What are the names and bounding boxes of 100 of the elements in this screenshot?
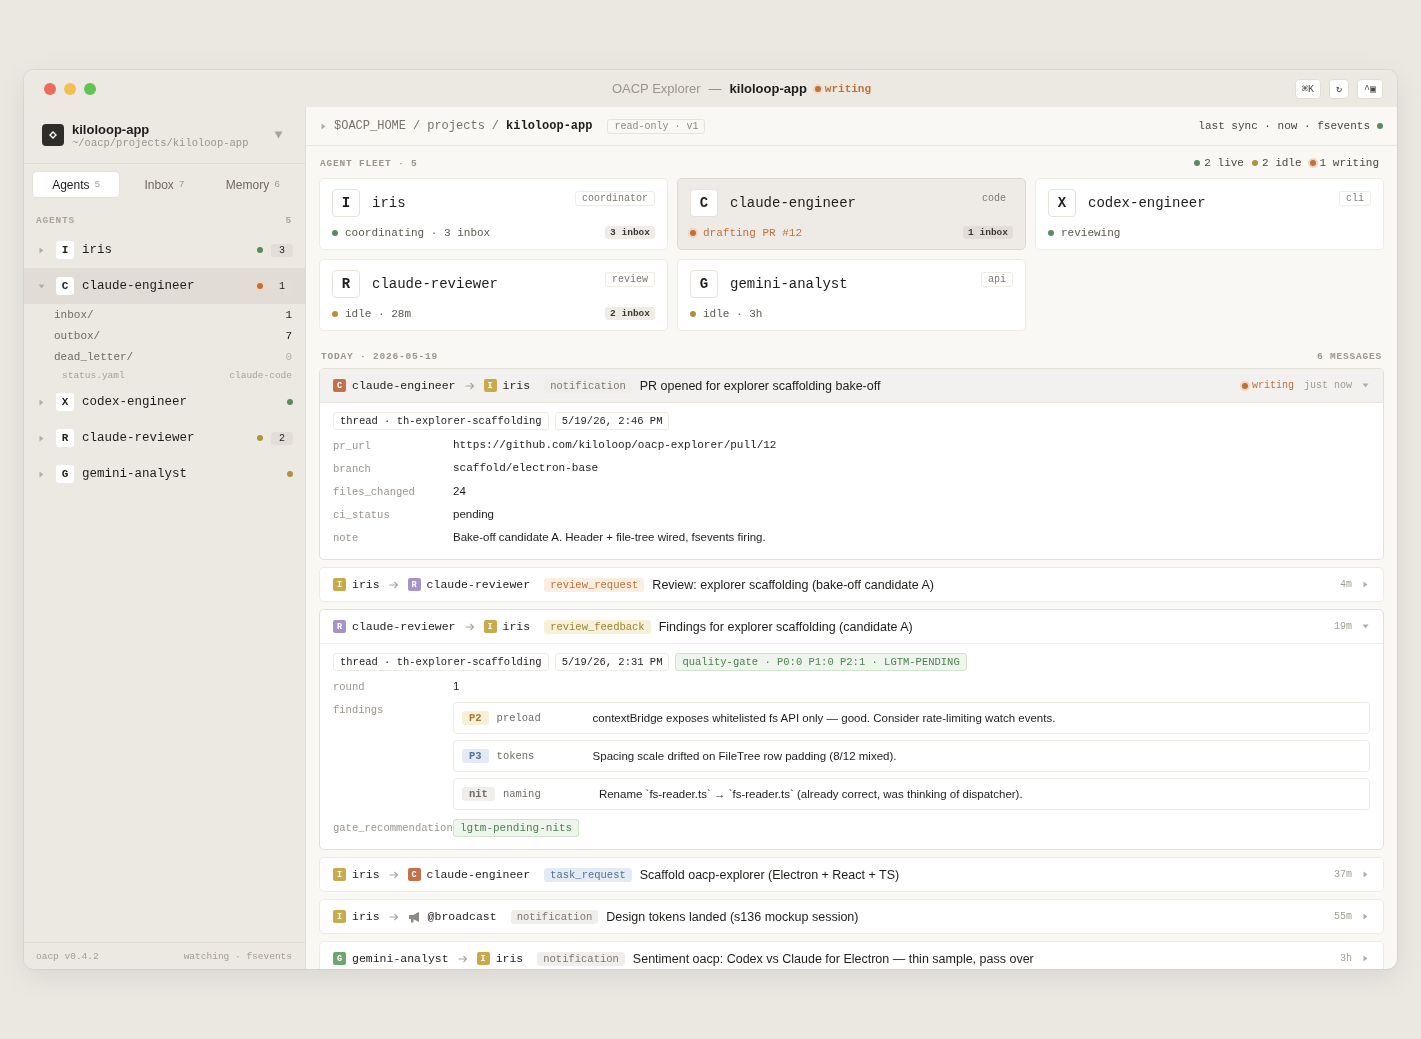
status-label: writing — [1251, 380, 1294, 391]
caret-icon — [1362, 581, 1369, 588]
caret-icon — [1362, 623, 1369, 630]
agent-name: iris — [352, 910, 380, 923]
message-row[interactable]: I iris C claude-engineer task_request Scaffold oacp-explorer (Electron + React + TS) 37m — [320, 858, 1383, 891]
message-row[interactable]: G gemini-analyst I iris notification Sentiment oacp: Codex vs Claude for Electron — thin sample, pass over 3h — [320, 942, 1383, 969]
status-text: drafting PR #12 — [703, 226, 803, 239]
agent-initial: G — [56, 465, 74, 483]
message-time: 37m — [1334, 869, 1352, 880]
mode-tag: read-only · v1 — [607, 118, 706, 134]
agent-name: claude-engineer — [82, 279, 196, 293]
recommendation-tag: lgtm-pending-nits — [453, 819, 580, 837]
sidebar-tab[interactable]: Memory 6 — [209, 172, 296, 197]
agent-card[interactable]: G gemini-analyst api idle · 3h — [677, 259, 1026, 331]
agent-row[interactable]: C claude-engineer 1 — [24, 268, 305, 304]
agent-initial: G — [690, 270, 718, 298]
count-badge: 3 — [271, 243, 293, 257]
agent-card[interactable]: I iris coordinator coordinating · 3 inbox 3 inbox — [319, 178, 668, 250]
agent-initial: X — [56, 393, 74, 411]
agent-card[interactable]: C claude-engineer code drafting PR #12 1 inbox — [677, 178, 1026, 250]
window-title: OACP Explorer — [611, 81, 701, 96]
agent-row[interactable]: X codex-engineer — [24, 384, 305, 420]
agent-initial: I — [56, 241, 74, 259]
project-name: kiloloop-app — [72, 121, 150, 137]
agent-avatar: I — [333, 868, 346, 881]
item-count: 7 — [285, 329, 292, 342]
breadcrumb-link[interactable]: projects — [427, 119, 485, 133]
path-separator: / — [413, 119, 421, 133]
agent-name: codex-engineer — [1088, 195, 1207, 211]
message-subject: Findings for explorer scaffolding (candidate A) — [658, 619, 913, 634]
message-header[interactable]: C claude-engineer I iris notification PR opened for explorer scaffolding bake-off writing just now — [320, 369, 1383, 403]
message-subject: Design tokens landed (s136 mockup session) — [606, 909, 859, 924]
meta-tag: thread · th-explorer-scaffolding — [333, 653, 549, 671]
field-key: files_changed — [333, 480, 453, 498]
minimize-icon — [64, 82, 76, 95]
field-value: Bake-off candidate A. Header + file-tree wired, fsevents firing. — [453, 530, 766, 543]
megaphone-icon — [407, 910, 422, 923]
caret-icon — [1362, 382, 1369, 389]
agent-name: claude-engineer — [426, 868, 531, 881]
agent-initial: I — [332, 189, 360, 217]
agent-row[interactable]: I iris 3 — [24, 232, 305, 268]
breadcrumb-link[interactable]: $OACP_HOME — [334, 119, 406, 133]
message-time: 4m — [1340, 579, 1352, 590]
path-separator: / — [491, 119, 500, 133]
current-folder-label: kiloloop-app — [506, 119, 593, 133]
agent-initial: C — [56, 277, 74, 295]
agent-initial: X — [1048, 189, 1076, 217]
agent-name: gemini-analyst — [82, 467, 189, 481]
field-key: gate_recommendation — [333, 816, 453, 834]
caret-icon — [1362, 871, 1369, 878]
message-type-tag: review_request — [544, 577, 645, 592]
agent-card[interactable]: X codex-engineer cli reviewing — [1035, 178, 1384, 250]
sidebar-tab[interactable]: Agents 5 — [33, 172, 120, 197]
agent-avatar: C — [407, 868, 421, 881]
message-subject: Review: explorer scaffolding (bake-off candidate A) — [652, 577, 934, 592]
toolbar-button[interactable]: ⌘K — [1294, 78, 1321, 99]
dropdown-icon — [274, 131, 283, 139]
folder-name[interactable]: outbox/ — [54, 329, 101, 342]
arrow-icon — [388, 912, 399, 921]
severity-tag: P2 — [462, 711, 489, 725]
agent-avatar: G — [333, 952, 346, 965]
message-type-tag: notification — [544, 378, 632, 393]
title-separator: — — [708, 81, 722, 96]
field-value: 1 — [453, 679, 460, 692]
agent-name: claude-reviewer — [352, 620, 456, 633]
agent-name: codex-engineer — [82, 395, 189, 409]
field-value: pending — [453, 507, 494, 520]
field-key: note — [333, 526, 453, 544]
message-row[interactable]: I iris R claude-reviewer review_request Review: explorer scaffolding (bake-off candidate A) 4m — [320, 568, 1383, 601]
toolbar-button[interactable]: ^▣ — [1356, 78, 1383, 99]
message-time: just now — [1304, 380, 1352, 391]
sidebar-tab[interactable]: Inbox 7 — [121, 172, 208, 197]
caret-icon — [320, 122, 327, 130]
field-key: findings — [333, 698, 453, 716]
severity-tag: P3 — [462, 749, 489, 763]
message-row[interactable]: I iris @broadcast notification Design tokens landed (s136 mockup session) 55m — [320, 900, 1383, 933]
folder-name[interactable]: dead_letter/ — [54, 350, 134, 363]
agent-name: gemini-analyst — [730, 276, 849, 292]
agent-avatar: C — [333, 379, 346, 392]
message-header[interactable]: R claude-reviewer I iris review_feedback Findings for explorer scaffolding (candidate A) 19m — [320, 610, 1383, 644]
project-name: kiloloop-app — [729, 81, 807, 96]
sync-status: last sync · now · fsevents — [1198, 120, 1370, 132]
file-name: status.yaml — [62, 370, 125, 381]
role-tag: review — [605, 272, 655, 287]
agent-card[interactable]: R claude-reviewer review idle · 28m 2 inbox — [319, 259, 668, 331]
message-type-tag: notification — [537, 951, 625, 966]
message-time: 19m — [1334, 621, 1352, 632]
version-label: oacp v0.4.2 — [36, 950, 99, 962]
message-subject: PR opened for explorer scaffolding bake-off — [639, 378, 881, 393]
agent-avatar: I — [476, 952, 490, 965]
toolbar-button[interactable]: ↻ — [1328, 78, 1349, 99]
folder-name[interactable]: inbox/ — [54, 308, 94, 321]
agent-row[interactable]: R claude-reviewer 2 — [24, 420, 305, 456]
agent-name: @broadcast — [427, 910, 497, 923]
message-type-tag: review_feedback — [544, 619, 651, 634]
agent-row[interactable]: G gemini-analyst — [24, 456, 305, 492]
message-type-tag: task_request — [544, 867, 632, 882]
field-key: branch — [333, 457, 453, 475]
section-count: 5 — [285, 215, 292, 226]
meta-tag: thread · th-explorer-scaffolding — [333, 412, 549, 430]
